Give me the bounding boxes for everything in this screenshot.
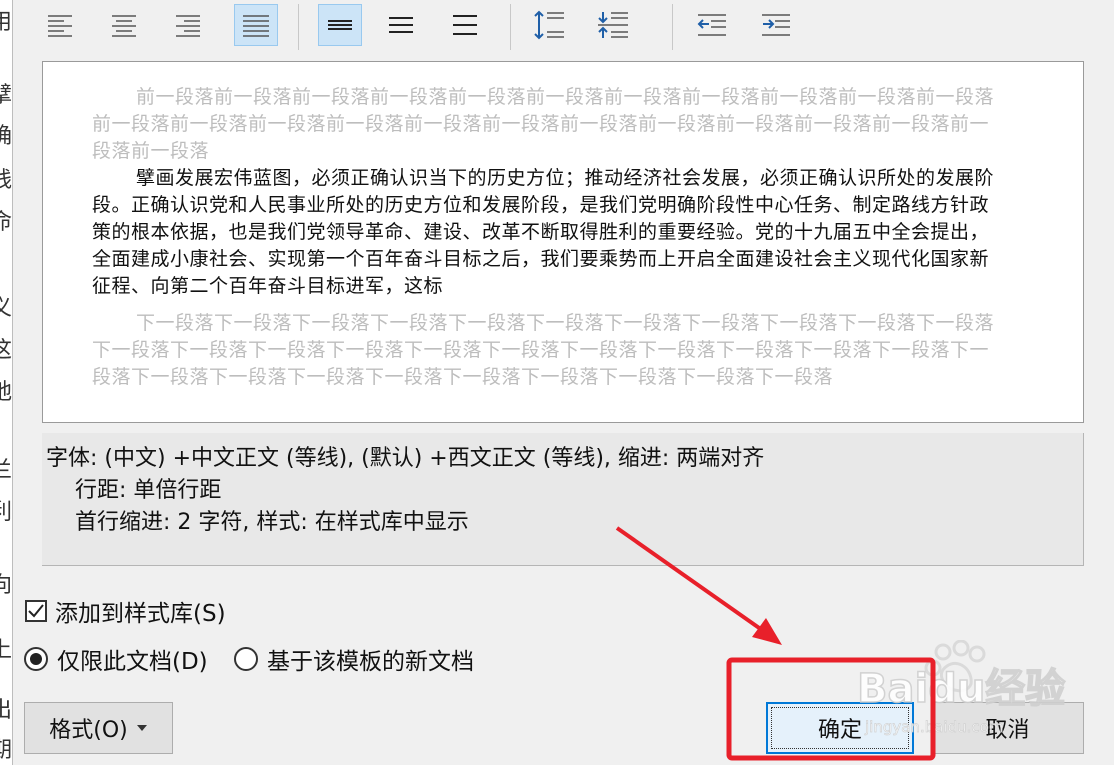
description-line-1: 字体: (中文) +中文正文 (等线), (默认) +西文正文 (等线), 缩进… bbox=[46, 446, 765, 471]
bg-char: 出 bbox=[0, 698, 12, 723]
bg-char: 向 bbox=[0, 573, 12, 598]
decrease-indent-button[interactable] bbox=[690, 4, 734, 46]
previous-paragraph-text: 前一段落前一段落前一段落前一段落前一段落前一段落前一段落前一段落前一段落前一段落… bbox=[92, 86, 995, 162]
format-button-label: 格式(O) bbox=[49, 718, 128, 743]
decrease-paragraph-spacing-button[interactable] bbox=[591, 4, 635, 46]
format-button[interactable]: 格式(O) bbox=[24, 702, 173, 754]
new-documents-template-label: 基于该模板的新文档 bbox=[267, 649, 474, 675]
focus-rect bbox=[771, 707, 909, 749]
bg-char: 、 bbox=[0, 256, 12, 278]
decrease-indent-icon bbox=[697, 14, 726, 36]
add-to-gallery-option[interactable]: 添加到样式库(S) bbox=[25, 594, 226, 628]
bg-char: 利 bbox=[0, 500, 12, 525]
background-document: 用 擘 确 践 命 、 义 这 地 、 兰 利 向 上 出 期 bbox=[0, 0, 12, 765]
align-justify-icon bbox=[243, 15, 269, 37]
increase-indent-icon bbox=[762, 14, 790, 36]
paragraph-toolbar bbox=[13, 0, 1114, 52]
add-to-gallery-checkbox[interactable] bbox=[25, 600, 47, 622]
bg-char: 上 bbox=[0, 638, 12, 663]
bg-char: 兰 bbox=[0, 458, 12, 483]
increase-indent-button[interactable] bbox=[754, 4, 798, 46]
cancel-button[interactable]: 取消 bbox=[931, 702, 1084, 754]
toolbar-divider bbox=[510, 4, 511, 50]
align-left-button[interactable] bbox=[38, 4, 82, 46]
bg-char: 这 bbox=[0, 338, 12, 363]
bg-char: 命 bbox=[0, 210, 12, 235]
toolbar-divider bbox=[672, 4, 673, 50]
toolbar-divider bbox=[298, 4, 299, 50]
only-this-document-label: 仅限此文档(D) bbox=[57, 649, 208, 675]
bg-char: 地 bbox=[0, 380, 12, 405]
increase-paragraph-spacing-icon bbox=[534, 10, 564, 40]
line-spacing-double-icon bbox=[453, 15, 477, 35]
only-this-document-radio[interactable] bbox=[24, 647, 48, 671]
description-line-2: 行距: 单倍行距 bbox=[75, 478, 222, 503]
line-spacing-single-icon bbox=[328, 20, 352, 30]
bg-char: 用 bbox=[0, 10, 12, 35]
bg-char: 、 bbox=[0, 418, 12, 440]
bg-char: 擘 bbox=[0, 83, 12, 108]
align-center-icon bbox=[112, 15, 136, 37]
align-center-button[interactable] bbox=[102, 4, 146, 46]
increase-paragraph-spacing-button[interactable] bbox=[527, 4, 571, 46]
sample-paragraph-text: 擘画发展宏伟蓝图，必须正确认识当下的历史方位；推动经济社会发展，必须正确认识所处… bbox=[92, 167, 995, 297]
new-documents-template-radio[interactable] bbox=[234, 647, 258, 671]
add-to-gallery-label: 添加到样式库(S) bbox=[55, 601, 226, 627]
bg-char: 确 bbox=[0, 124, 12, 149]
style-description: 字体: (中文) +中文正文 (等线), (默认) +西文正文 (等线), 缩进… bbox=[42, 433, 1084, 566]
line-spacing-double-button[interactable] bbox=[443, 4, 487, 46]
ok-button[interactable]: 确定 bbox=[766, 702, 914, 754]
dropdown-arrow-icon bbox=[136, 725, 147, 731]
paragraph-preview: 前一段落前一段落前一段落前一段落前一段落前一段落前一段落前一段落前一段落前一段落… bbox=[42, 61, 1084, 423]
cancel-button-label: 取消 bbox=[985, 718, 1030, 743]
align-justify-button[interactable] bbox=[234, 4, 278, 46]
line-spacing-single-button[interactable] bbox=[318, 4, 362, 46]
radio-selected-dot bbox=[30, 653, 42, 665]
align-left-icon bbox=[48, 15, 72, 37]
checkmark-icon bbox=[28, 604, 44, 618]
line-spacing-1-5-button[interactable] bbox=[379, 4, 423, 46]
align-right-button[interactable] bbox=[166, 4, 210, 46]
line-spacing-1-5-icon bbox=[389, 17, 413, 33]
only-this-document-option[interactable]: 仅限此文档(D) bbox=[24, 642, 208, 676]
next-paragraph-text: 下一段落下一段落下一段落下一段落下一段落下一段落下一段落下一段落下一段落下一段落… bbox=[92, 312, 995, 388]
decrease-paragraph-spacing-icon bbox=[598, 12, 628, 38]
bg-char: 义 bbox=[0, 296, 12, 321]
modify-style-dialog: 前一段落前一段落前一段落前一段落前一段落前一段落前一段落前一段落前一段落前一段落… bbox=[12, 0, 1114, 765]
bg-char: 践 bbox=[0, 168, 12, 193]
description-line-3: 首行缩进: 2 字符, 样式: 在样式库中显示 bbox=[75, 510, 469, 535]
bg-char: 期 bbox=[0, 738, 12, 763]
align-right-icon bbox=[176, 15, 200, 37]
new-documents-template-option[interactable]: 基于该模板的新文档 bbox=[234, 642, 474, 676]
